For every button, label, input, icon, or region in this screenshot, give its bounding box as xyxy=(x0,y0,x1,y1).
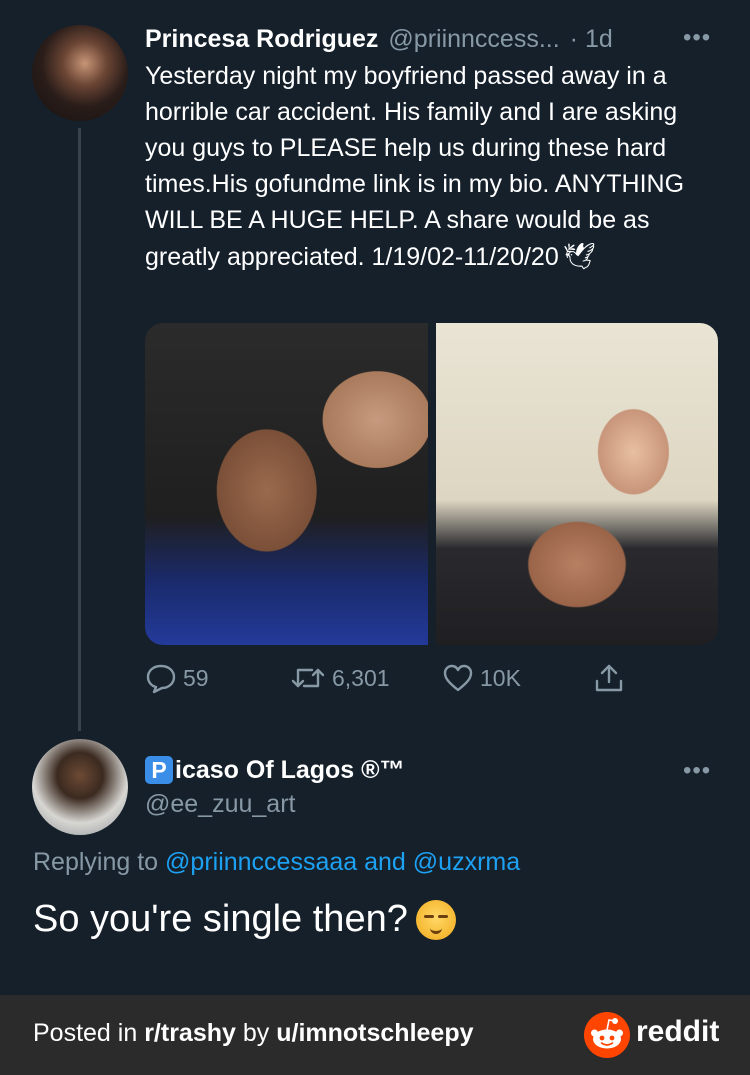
media-photo-2[interactable] xyxy=(435,323,718,645)
tweet-header: Princesa Rodriguez @priinnccess... · 1d xyxy=(145,22,613,56)
share-button[interactable] xyxy=(593,660,625,696)
replying-to: Replying to @priinnccessaaa and @uzxrma xyxy=(33,848,520,877)
thread-line xyxy=(78,128,81,731)
reply-icon xyxy=(146,664,176,694)
dove-emoji: 🕊 xyxy=(562,241,596,271)
retweet-count: 6,301 xyxy=(332,664,390,691)
reply-author-avatar[interactable] xyxy=(32,739,128,835)
media-photo-1[interactable] xyxy=(145,323,428,645)
mention-link-2[interactable]: @uzxrma xyxy=(413,848,520,876)
retweet-icon xyxy=(291,668,325,688)
share-icon xyxy=(595,664,623,692)
reply-body: So you're single then? xyxy=(33,898,408,940)
tweet-media[interactable] xyxy=(145,323,718,645)
reddit-wordmark: reddit xyxy=(636,1015,720,1048)
reddit-footer: Posted in r/trashy by u/imnotschleepy re… xyxy=(0,995,750,1075)
reply-count: 59 xyxy=(183,664,209,691)
more-options-icon[interactable]: ••• xyxy=(683,24,711,52)
reply-header: P icaso Of Lagos ®™ xyxy=(145,752,405,788)
reply-author-handle[interactable]: @ee_zuu_art xyxy=(145,790,295,819)
tweet-time[interactable]: · 1d xyxy=(570,25,613,54)
author-handle[interactable]: @priinnccess... xyxy=(388,25,559,54)
posted-in-label: Posted in xyxy=(33,1019,138,1047)
like-button[interactable]: 10K xyxy=(442,660,521,696)
replying-and: and xyxy=(364,848,406,876)
user-link[interactable]: u/imnotschleepy xyxy=(276,1019,473,1047)
replying-prefix: Replying to xyxy=(33,848,159,876)
tweet-body: Yesterday night my boyfriend passed away… xyxy=(145,62,685,271)
reply-text: So you're single then? xyxy=(33,898,456,941)
retweet-button[interactable]: 6,301 xyxy=(290,660,390,696)
tweet-actions: 59 6,301 10K xyxy=(145,660,645,696)
subreddit-link[interactable]: r/trashy xyxy=(144,1019,236,1047)
author-name[interactable]: Princesa Rodriguez xyxy=(145,25,378,54)
by-label: by xyxy=(242,1019,270,1047)
reply-more-options-icon[interactable]: ••• xyxy=(683,757,711,785)
reply-button[interactable]: 59 xyxy=(145,660,209,696)
like-icon xyxy=(443,664,473,692)
author-avatar[interactable] xyxy=(32,25,128,121)
like-count: 10K xyxy=(480,664,521,691)
relieved-face-emoji xyxy=(415,899,456,940)
reddit-logo-icon xyxy=(584,1012,630,1058)
tweet-text: Yesterday night my boyfriend passed away… xyxy=(145,58,720,275)
mention-link-1[interactable]: @priinnccessaaa xyxy=(165,848,357,876)
footer-caption: Posted in r/trashy by u/imnotschleepy xyxy=(33,1019,474,1048)
p-badge: P xyxy=(145,756,173,784)
reply-author-name[interactable]: icaso Of Lagos ®™ xyxy=(175,756,405,785)
